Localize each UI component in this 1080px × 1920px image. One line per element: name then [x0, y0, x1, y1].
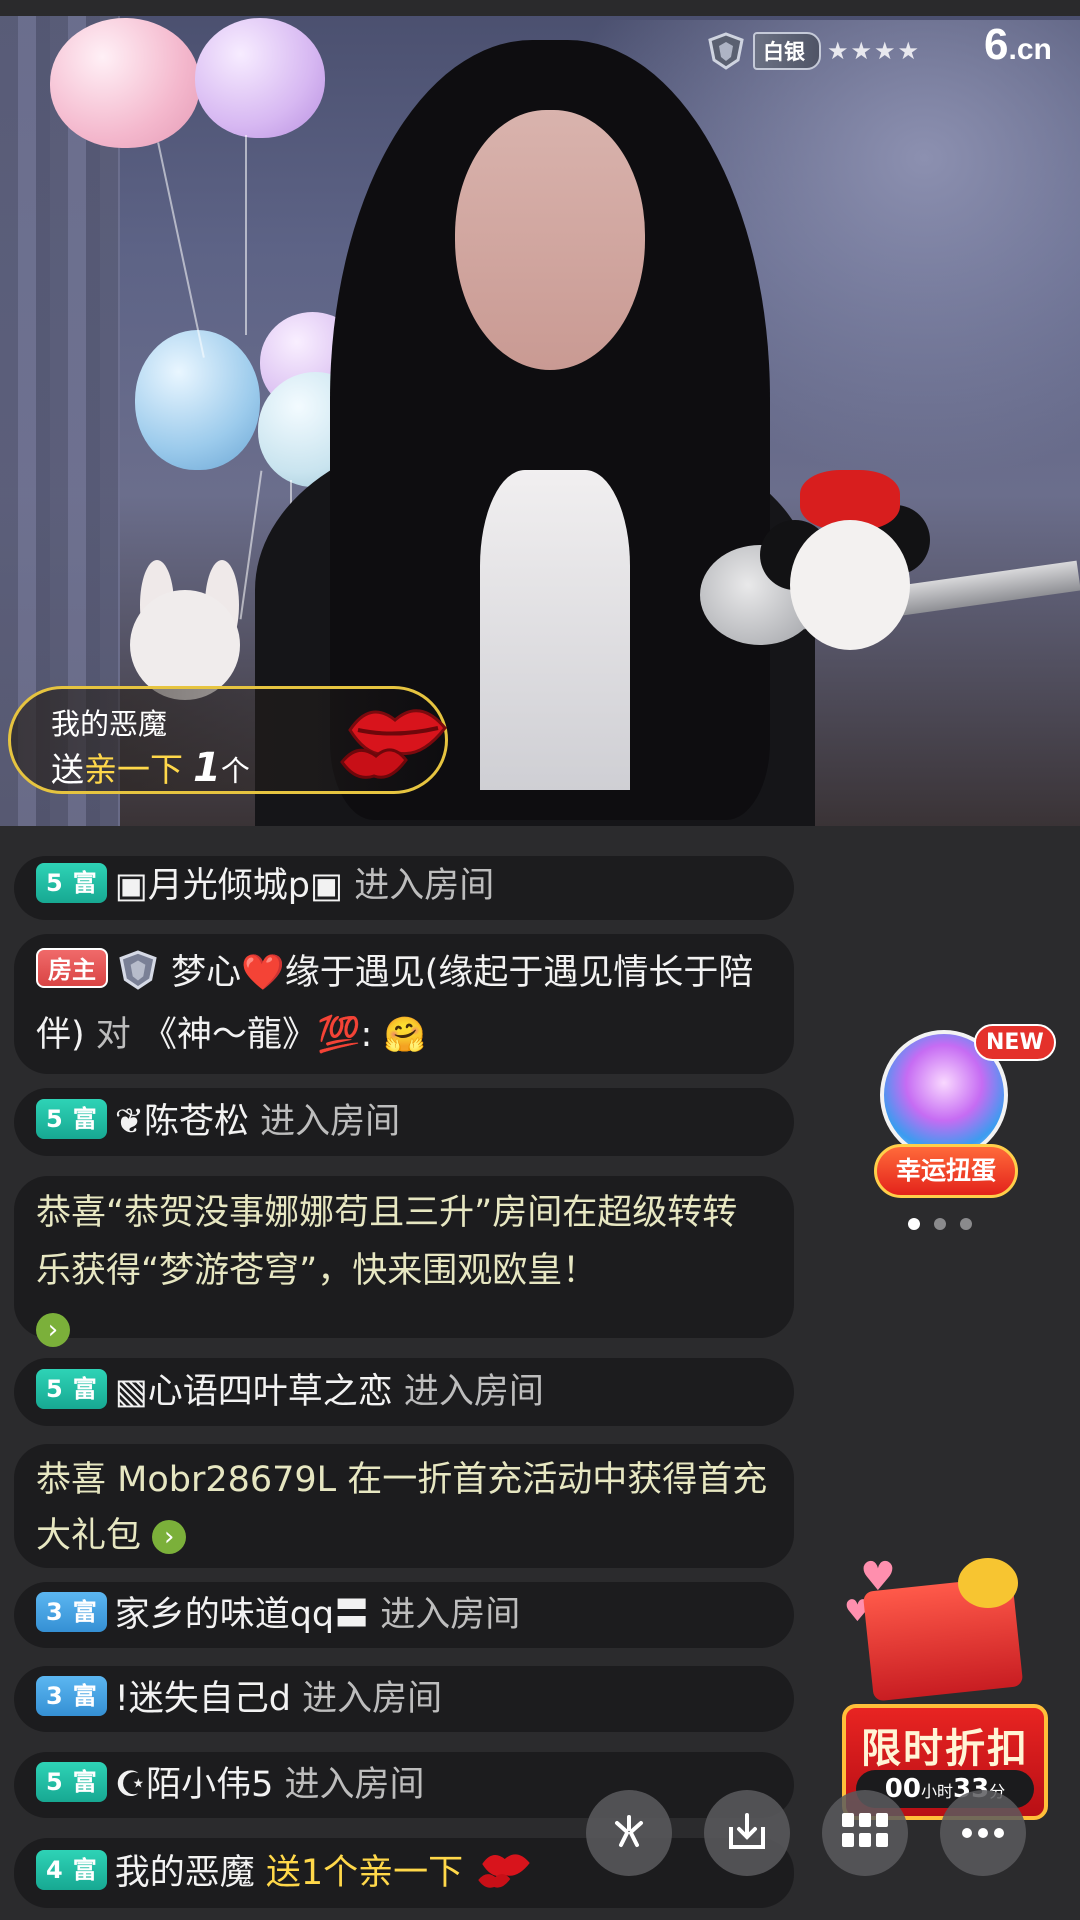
share-button[interactable] [586, 1790, 672, 1876]
chat-row: 3 富家乡的味道qq〓 进入房间 [14, 1582, 794, 1648]
grid-icon [842, 1813, 888, 1853]
owner-badge: 房主 [36, 948, 108, 988]
chat-row: 5 富 ▧心语四叶草之恋 进入房间 [14, 1358, 794, 1426]
gift-count: 1 [193, 745, 221, 791]
bunny-plush [130, 590, 240, 700]
user-name[interactable]: !迷失自己d [115, 1679, 291, 1719]
brand-logo: 6.cn [984, 20, 1052, 69]
enter-room-text: 进入房间 [284, 1765, 425, 1805]
level-text: 白银 [753, 32, 821, 70]
shield-icon [705, 31, 747, 71]
lips-icon [340, 690, 455, 794]
chat-row: 4 富我的恶魔 送1个亲一下 [14, 1838, 794, 1908]
level-stars: ★★★★ [827, 37, 922, 65]
wealth-badge: 5富 [36, 863, 107, 903]
streamer-face [455, 110, 645, 370]
gift-sender: 我的恶魔 [51, 707, 168, 741]
apps-button[interactable] [822, 1790, 908, 1876]
carousel-dot[interactable] [960, 1218, 972, 1230]
user-name[interactable]: ▣月光倾城p▣ [115, 866, 343, 906]
plush-toy [790, 520, 910, 650]
wealth-badge: 5富 [36, 1762, 107, 1802]
enter-room-text: 进入房间 [354, 866, 495, 906]
chat-row: 5 富 ☪陌小伟5 进入房间 [14, 1752, 794, 1818]
gift-send-label: 送 [51, 750, 84, 789]
shield-icon [116, 950, 160, 993]
more-button[interactable] [940, 1790, 1026, 1876]
chevron-right-icon[interactable]: › [36, 1313, 70, 1347]
enter-room-text: 进入房间 [403, 1372, 544, 1412]
user-name[interactable]: ☪陌小伟5 [115, 1765, 274, 1805]
lucky-egg-widget[interactable]: NEW 幸运扭蛋 [872, 1024, 1056, 1204]
enter-room-text: 进入房间 [260, 1102, 401, 1142]
gift-name: 亲一下 [84, 750, 183, 789]
carousel-dots[interactable] [908, 1218, 972, 1230]
chevron-right-icon[interactable]: › [152, 1520, 187, 1554]
chat-row: 房主 梦心❤️缘于遇见(缘起于遇见情长于陪伴) 对 《神～龍》💯: 🤗 [14, 934, 794, 1074]
download-icon [725, 1809, 769, 1857]
to-label: 对 [95, 1015, 131, 1055]
system-message: 恭喜“恭贺没事娜娜苟且三升”房间在超级转转乐获得“梦游苍穹”，快来围观欧皇！ [36, 1193, 738, 1291]
wealth-badge: 4富 [36, 1850, 107, 1890]
ribbon-icon [958, 1558, 1018, 1608]
balloon [135, 330, 260, 470]
wealth-badge: 3富 [36, 1592, 107, 1632]
chat-row: 5 富 ▣月光倾城p▣ 进入房间 [14, 856, 794, 920]
target-name[interactable]: 《神～龍》💯 [142, 1015, 361, 1055]
user-name[interactable]: ▧心语四叶草之恋 [115, 1372, 393, 1412]
gift-text: 送1个亲一下 [265, 1853, 464, 1893]
enter-room-text: 进入房间 [302, 1679, 443, 1719]
wealth-badge: 5富 [36, 1099, 107, 1139]
system-message: 恭喜 Mobr28679L 在一折首充活动中获得首充大礼包 [36, 1460, 768, 1556]
gift-unit: 个 [220, 754, 250, 788]
lips-icon [474, 1853, 538, 1893]
live-video[interactable]: 白银 ★★★★ 6.cn 我的恶魔 送亲一下 1个 [0, 0, 1080, 826]
lucky-egg-label: 幸运扭蛋 [874, 1144, 1018, 1198]
discount-title: 限时折扣 [861, 1726, 1029, 1772]
anchor-level-badge[interactable]: 白银 ★★★★ [705, 30, 921, 72]
user-name[interactable]: ❦陈苍松 [115, 1102, 249, 1142]
chat-row: 5 富 ❦陈苍松 进入房间 [14, 1088, 794, 1156]
user-name[interactable]: 我的恶魔 [115, 1853, 255, 1893]
chat-row[interactable]: 恭喜 Mobr28679L 在一折首充活动中获得首充大礼包 › [14, 1444, 794, 1568]
download-button[interactable] [704, 1790, 790, 1876]
user-name[interactable]: 家乡的味道qq〓 [115, 1595, 369, 1635]
carousel-dot[interactable] [908, 1218, 920, 1230]
carousel-dot[interactable] [934, 1218, 946, 1230]
more-icon [961, 1824, 1005, 1843]
chat-row[interactable]: 恭喜“恭贺没事娜娜苟且三升”房间在超级转转乐获得“梦游苍穹”，快来围观欧皇！ › [14, 1176, 794, 1347]
new-badge: NEW [974, 1024, 1056, 1061]
balloon [50, 18, 200, 148]
hug-emoji-icon: 🤗 [383, 1015, 426, 1055]
message-content: : [360, 1015, 373, 1055]
balloon [195, 18, 325, 138]
chat-row: 3 富 !迷失自己d 进入房间 [14, 1666, 794, 1732]
wealth-badge: 5富 [36, 1369, 107, 1409]
share-icon [607, 1809, 651, 1857]
enter-room-text: 进入房间 [380, 1595, 521, 1635]
wealth-badge: 3富 [36, 1676, 107, 1716]
limited-discount-widget[interactable]: ♥ ♥ 限时折扣 00小时33分 [838, 1554, 1052, 1824]
